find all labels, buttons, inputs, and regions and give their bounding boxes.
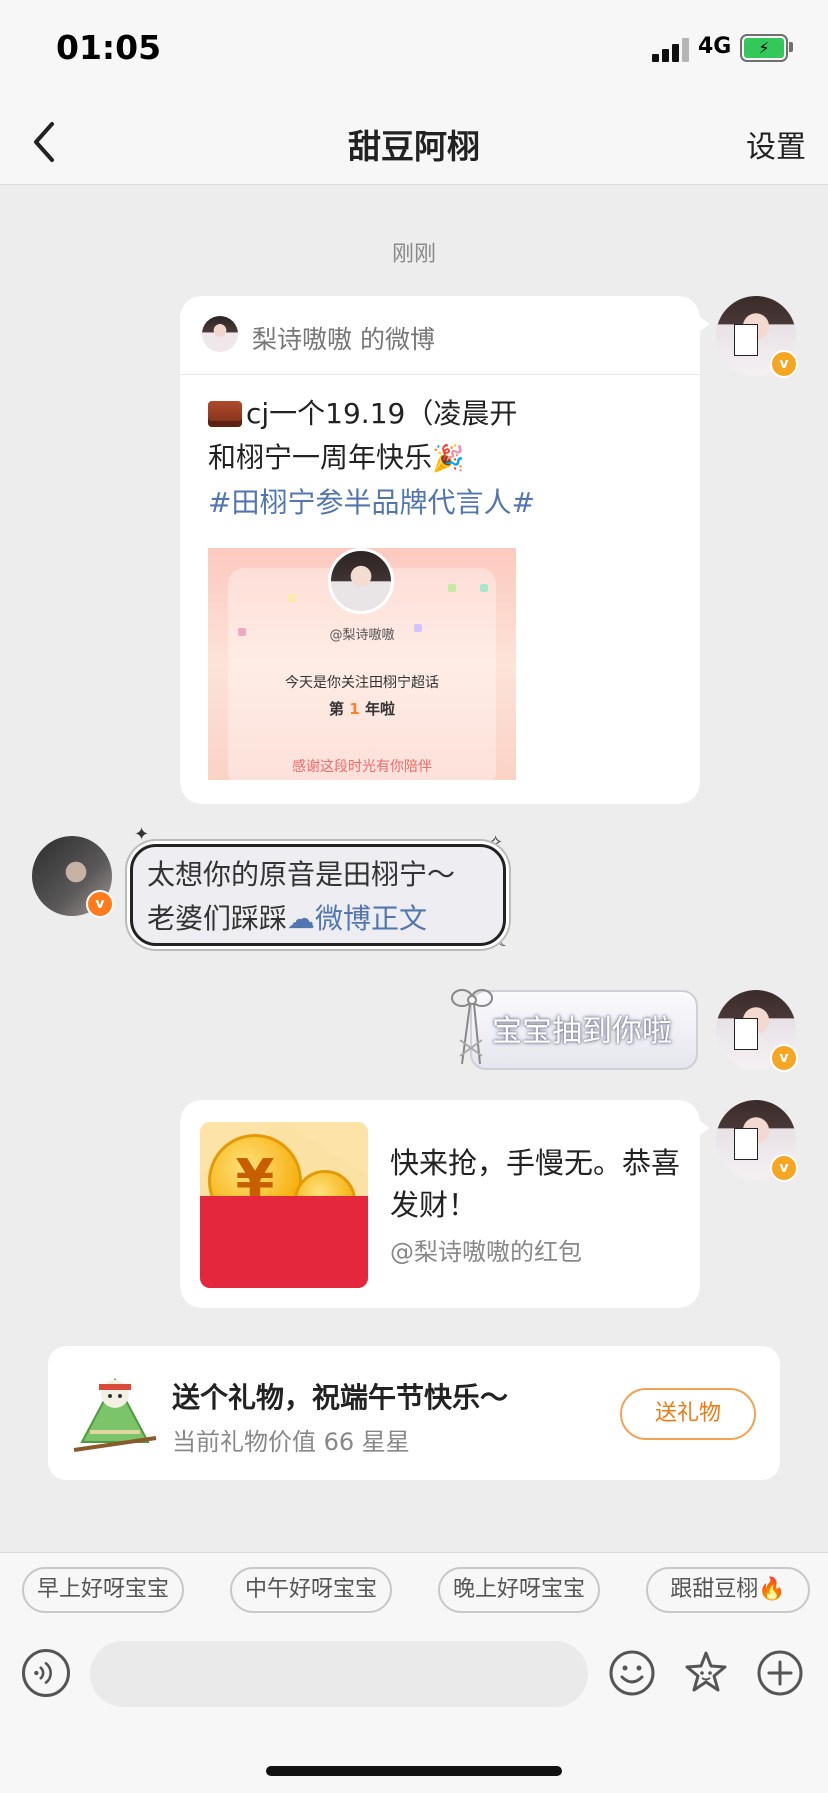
- weibo-source-label: 梨诗嗷嗷 的微博: [252, 325, 435, 354]
- image-line-2-prefix: 第: [329, 700, 345, 718]
- message-input[interactable]: [90, 1641, 588, 1707]
- sticker-icon[interactable]: [682, 1649, 730, 1697]
- image-line-2: 第 1 年啦: [208, 698, 516, 719]
- red-packet-icon: ¥: [200, 1122, 368, 1288]
- message-timestamp: 刚刚: [391, 242, 436, 267]
- weibo-line-2: 和栩宁一周年快乐: [208, 441, 433, 474]
- verified-badge-icon: v: [770, 350, 798, 378]
- status-bar: 01:05 4G ⚡: [0, 0, 828, 100]
- image-line-2-suffix: 年啦: [364, 700, 395, 718]
- charging-bolt-icon: ⚡: [758, 38, 770, 58]
- fire-icon: 🔥: [758, 1577, 786, 1602]
- contact-avatar[interactable]: v: [32, 836, 114, 918]
- quick-reply-chip[interactable]: 中午好呀宝宝: [230, 1567, 392, 1613]
- settings-button[interactable]: 设置: [746, 122, 806, 166]
- gift-value-text: 当前礼物价值 66 星星: [172, 1428, 410, 1456]
- weibo-post-link[interactable]: ☁微博正文: [287, 902, 427, 935]
- brick-emoji-icon: [208, 401, 242, 427]
- weibo-line-1: cj一个19.19（凌晨开: [246, 397, 518, 430]
- image-footer: 感谢这段时光有你陪伴: [292, 759, 432, 775]
- quick-reply-label: 跟甜豆栩: [670, 1577, 759, 1602]
- emoji-icon[interactable]: [608, 1649, 656, 1697]
- input-area: 早上好呀宝宝 中午好呀宝宝 晚上好呀宝宝 跟甜豆栩🔥: [0, 1552, 828, 1793]
- sparkle-icon: ✦: [134, 824, 150, 845]
- signal-icon: [652, 38, 692, 62]
- voice-icon[interactable]: [22, 1649, 70, 1697]
- quick-reply-bar: 早上好呀宝宝 中午好呀宝宝 晚上好呀宝宝 跟甜豆栩🔥: [22, 1567, 828, 1617]
- plus-icon[interactable]: [756, 1649, 804, 1697]
- ribbon-bow-icon: [451, 989, 493, 1065]
- zongzi-mascot-icon: [73, 1377, 157, 1452]
- message-text: 宝宝抽到你啦: [492, 1014, 672, 1049]
- image-username: @梨诗嗷嗷: [329, 628, 395, 643]
- gift-promo-card: 送个礼物，祝端午节快乐～ 当前礼物价值 66 星星 送礼物: [48, 1346, 780, 1480]
- weibo-hashtag[interactable]: #田栩宁参半品牌代言人#: [208, 481, 678, 525]
- verified-badge-icon: v: [770, 1154, 798, 1182]
- my-avatar[interactable]: v: [716, 1100, 798, 1182]
- cloud-icon: ☁: [287, 902, 316, 935]
- nav-bar: 甜豆阿栩 设置: [0, 100, 828, 185]
- back-chevron-icon: [34, 122, 54, 162]
- page-title: 甜豆阿栩: [348, 127, 480, 166]
- weibo-post-text: cj一个19.19（凌晨开 和栩宁一周年快乐🎉 #田栩宁参半品牌代言人#: [208, 392, 678, 525]
- message-line-1: 太想你的原音是田栩宁～: [147, 858, 456, 891]
- back-button[interactable]: [22, 116, 66, 168]
- battery-icon: ⚡: [740, 34, 788, 62]
- send-gift-button[interactable]: 送礼物: [620, 1388, 756, 1440]
- quick-reply-chip[interactable]: 跟甜豆栩🔥: [646, 1567, 810, 1613]
- image-line-1: 今天是你关注田栩宁超话: [285, 675, 439, 691]
- image-avatar: [328, 548, 394, 614]
- party-popper-icon: 🎉: [432, 444, 465, 474]
- quick-reply-chip[interactable]: 早上好呀宝宝: [22, 1567, 184, 1613]
- image-year-count: 1: [349, 700, 360, 718]
- weibo-card-header: 梨诗嗷嗷 的微博: [180, 296, 700, 375]
- my-avatar[interactable]: v: [716, 296, 798, 378]
- battery-tip: [789, 42, 793, 52]
- message-line-2: 老婆们踩踩: [147, 902, 288, 935]
- message-bubble-outgoing[interactable]: 宝宝抽到你啦: [470, 990, 698, 1070]
- red-packet-title: 快来抢，手慢无。恭喜发财！: [390, 1146, 681, 1222]
- red-packet-card[interactable]: ¥ 快来抢，手慢无。恭喜发财！ @梨诗嗷嗷的红包: [180, 1100, 710, 1308]
- quick-reply-chip[interactable]: 晚上好呀宝宝: [438, 1567, 600, 1613]
- home-indicator: [266, 1766, 562, 1776]
- verified-badge-icon: v: [770, 1044, 798, 1072]
- verified-badge-icon: v: [86, 890, 114, 918]
- network-type: 4G: [698, 34, 732, 59]
- weibo-author-avatar: [202, 316, 238, 352]
- my-avatar[interactable]: v: [716, 990, 798, 1072]
- message-text: 太想你的原音是田栩宁～ 老婆们踩踩☁微博正文: [147, 853, 455, 941]
- weibo-post-image[interactable]: @梨诗嗷嗷 今天是你关注田栩宁超话 第 1 年啦 感谢这段时光有你陪伴: [208, 548, 516, 780]
- status-time: 01:05: [56, 28, 162, 67]
- message-bubble-incoming[interactable]: 太想你的原音是田栩宁～ 老婆们踩踩☁微博正文: [130, 844, 506, 946]
- red-packet-subtitle: @梨诗嗷嗷的红包: [390, 1238, 582, 1266]
- gift-title: 送个礼物，祝端午节快乐～: [172, 1381, 509, 1414]
- weibo-share-card[interactable]: 梨诗嗷嗷 的微博 cj一个19.19（凌晨开 和栩宁一周年快乐🎉 #田栩宁参半品…: [180, 296, 710, 804]
